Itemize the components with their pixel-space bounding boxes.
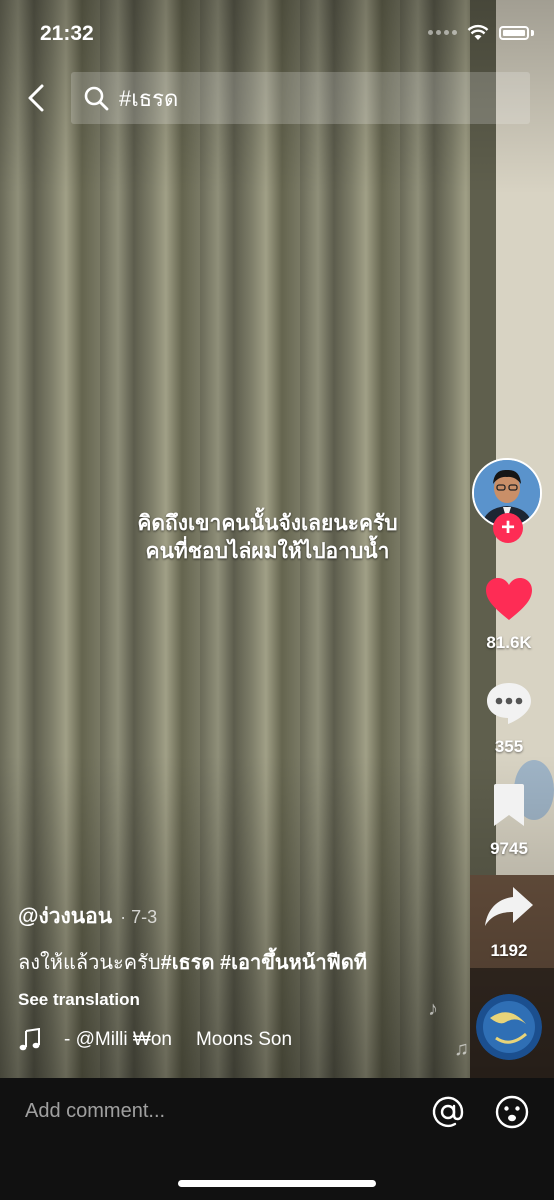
disc-cover-image [476, 994, 542, 1060]
floating-note-icon: ♫ [454, 1038, 469, 1060]
hashtag-link[interactable]: #เธรด [161, 952, 215, 974]
back-arrow-icon [28, 84, 44, 112]
username-link[interactable]: @ง่วงนอน [18, 900, 112, 933]
search-icon [84, 86, 109, 111]
music-label: - @Milli ₩on Moons Son [64, 1029, 292, 1051]
plus-icon: + [500, 514, 515, 541]
caption-line-2: คนที่ชอบไล่ผมให้ไปอาบน้ำ [145, 540, 390, 563]
top-bar: #เธรด [0, 70, 554, 126]
save-count: 9745 [490, 839, 528, 858]
caption-line-1: คิดถึงเขาคนนั้นจังเลยนะครับ [137, 512, 398, 535]
emoji-button[interactable] [494, 1094, 530, 1130]
status-icons [428, 24, 534, 41]
battery-tip [531, 29, 534, 36]
video-caption: คิดถึงเขาคนนั้นจังเลยนะครับ คนที่ชอบไล่ผ… [100, 510, 435, 566]
bookmark-icon [494, 784, 524, 826]
comment-bar: Add comment... [0, 1078, 554, 1200]
follow-button[interactable]: + [493, 513, 523, 543]
heart-icon [486, 578, 532, 620]
music-artist: - @Milli ₩on [64, 1029, 172, 1050]
share-count: 1192 [490, 941, 528, 960]
mention-button[interactable] [430, 1094, 466, 1130]
home-indicator[interactable] [178, 1180, 376, 1187]
comment-button[interactable]: 355 [474, 680, 544, 757]
search-query: #เธรด [119, 85, 179, 111]
like-count: 81.6K [486, 633, 532, 652]
wifi-icon [467, 24, 489, 40]
emoji-icon [495, 1095, 529, 1129]
comment-bubble-icon [487, 683, 531, 724]
status-bar: 21:32 [0, 0, 554, 64]
screen: 21:32 #เธรด คิดถึงเขาคนนั้นจังเลยนะครับ … [0, 0, 554, 1200]
comment-count: 355 [494, 737, 524, 756]
at-sign-icon [432, 1096, 464, 1128]
signal-icon [428, 30, 457, 35]
battery-icon [499, 25, 529, 40]
comment-input[interactable]: Add comment... [25, 1100, 165, 1123]
music-info[interactable]: - @Milli ₩on Moons Son [18, 1028, 318, 1052]
post-date: · 7-3 [120, 907, 158, 927]
music-note-icon [19, 1028, 40, 1051]
search-input[interactable]: #เธรด [71, 72, 530, 124]
post-meta: @ง่วงนอน · 7-3 [18, 900, 157, 933]
back-button[interactable] [18, 80, 54, 116]
see-translation-link[interactable]: See translation [18, 990, 140, 1010]
like-button[interactable]: 81.6K [474, 576, 544, 653]
share-arrow-icon [485, 887, 533, 926]
hashtag-link[interactable]: #เอาขึ้นหน้าฟีดที [220, 952, 367, 974]
post-description: ลงให้แล้วนะครับ#เธรด #เอาขึ้นหน้าฟีดที [18, 946, 367, 978]
music-title: Moons Son [195, 1029, 293, 1050]
share-button[interactable]: 1192 [474, 884, 544, 961]
status-time: 21:32 [40, 22, 94, 45]
music-disc[interactable] [476, 994, 542, 1060]
save-button[interactable]: 9745 [474, 782, 544, 859]
floating-note-icon: ♪ [428, 998, 438, 1020]
description-text: ลงให้แล้วนะครับ [18, 952, 161, 974]
